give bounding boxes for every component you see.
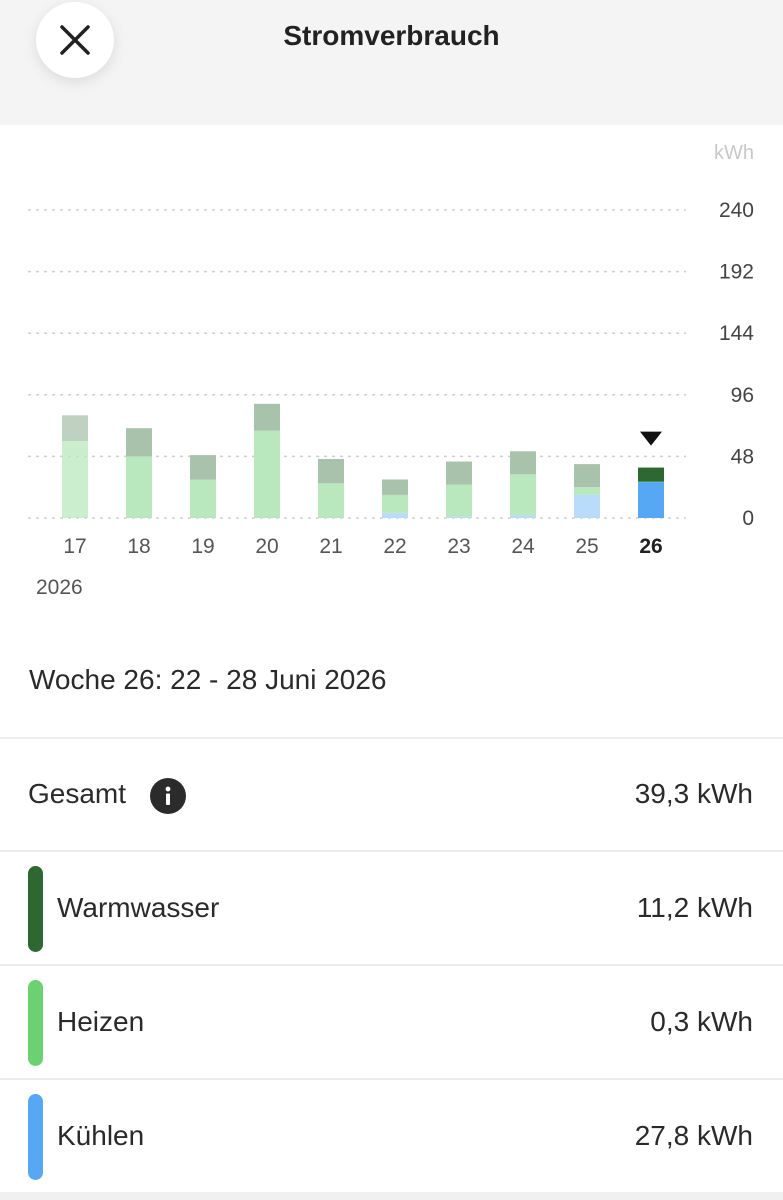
list-item-value: 0,3 kWh (650, 1006, 753, 1037)
bar-segment (126, 428, 152, 457)
year-label: 2026 (36, 576, 83, 599)
selected-week-marker-icon (640, 431, 662, 446)
list-item-label: Warmwasser (57, 892, 220, 923)
bar-segment (510, 451, 536, 475)
bar-segment (446, 484, 472, 517)
bar-segment (574, 487, 600, 495)
x-tick-label: 25 (575, 535, 598, 558)
bar-segment (638, 467, 664, 482)
x-tick-label: 21 (319, 535, 342, 558)
bar-segment (190, 455, 216, 480)
bar-segment (446, 461, 472, 485)
bar-segment (254, 403, 280, 431)
bar-segment (62, 441, 88, 518)
consumption-chart: kWh 240 192 144 96 48 0 17 18 19 20 21 22 23 24 25 26 202… (0, 125, 783, 625)
bar-segment (318, 483, 344, 518)
x-tick-label: 22 (383, 535, 406, 558)
bottom-strip (0, 1192, 783, 1200)
total-value: 39,3 kWh (634, 778, 753, 809)
y-tick-label: 192 (719, 261, 754, 284)
info-icon[interactable] (150, 778, 186, 814)
bar-segment (510, 474, 536, 516)
x-tick-label: 23 (447, 535, 470, 558)
legend-color-bar (28, 866, 43, 952)
bar-segment (126, 456, 152, 518)
week-label: Woche 26: 22 - 28 Juni 2026 (29, 664, 387, 695)
header-bar: Stromverbrauch (0, 0, 783, 125)
x-tick-label: 18 (127, 535, 150, 558)
y-tick-label: 144 (719, 322, 754, 345)
x-tick-label: 24 (511, 535, 535, 558)
y-tick-label: 0 (742, 507, 754, 530)
legend-color-bar (28, 980, 43, 1066)
bar-segment (510, 515, 536, 518)
y-axis-unit: kWh (714, 142, 754, 164)
list-item-value: 11,2 kWh (636, 892, 753, 923)
bar-segment (638, 482, 664, 518)
bar-segment (382, 479, 408, 495)
bar-segment (446, 516, 472, 518)
bar-segment (254, 430, 280, 518)
list-item-warmwasser: Warmwasser 11,2 kWh (0, 852, 783, 964)
list-item-heizen: Heizen 0,3 kWh (0, 966, 783, 1078)
bar-segment (62, 415, 88, 441)
bar-segment (382, 512, 408, 518)
list-item-label: Kühlen (57, 1120, 145, 1151)
list-item-label: Heizen (57, 1006, 145, 1037)
x-tick-label: 19 (191, 535, 214, 558)
x-tick-label: 26 (639, 535, 662, 558)
legend-color-bar (28, 1094, 43, 1180)
bar-segment (318, 458, 344, 484)
divider (0, 737, 783, 739)
y-tick-label: 48 (731, 445, 754, 468)
y-tick-label: 96 (731, 384, 754, 407)
list-item-value: 27,8 kWh (634, 1120, 753, 1151)
x-tick-label: 20 (255, 535, 278, 558)
bar-segment (382, 494, 408, 513)
page-title: Stromverbrauch (283, 20, 500, 51)
total-label: Gesamt (28, 778, 127, 809)
chart-svg: kWh 240 192 144 96 48 0 17 18 19 20 21 22 23 24 25 26 202… (28, 142, 754, 599)
bar-segment (574, 464, 600, 488)
y-tick-label: 240 (719, 199, 754, 222)
bar-segment (574, 494, 600, 518)
bar-segment (190, 479, 216, 518)
x-tick-label: 17 (63, 535, 86, 558)
list-item-kuehlen: Kühlen 27,8 kWh (0, 1080, 783, 1192)
